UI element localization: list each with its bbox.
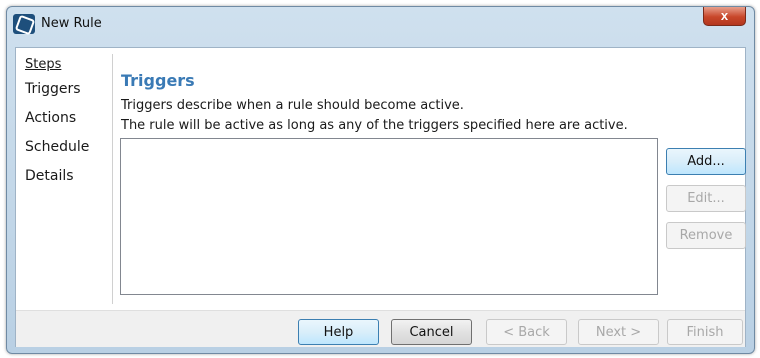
- back-button[interactable]: < Back: [486, 319, 567, 345]
- step-actions[interactable]: Actions: [25, 104, 115, 133]
- steps-header: Steps: [25, 57, 62, 72]
- dialog-body: Steps Triggers Actions Schedule Details …: [15, 47, 746, 347]
- window-title: New Rule: [41, 16, 102, 31]
- triggers-list[interactable]: [120, 138, 658, 295]
- edit-trigger-button[interactable]: Edit...: [666, 185, 746, 212]
- step-details[interactable]: Details: [25, 162, 115, 191]
- new-rule-dialog: New Rule x Steps Triggers Actions Schedu…: [6, 6, 755, 354]
- finish-button[interactable]: Finish: [667, 319, 743, 345]
- help-button[interactable]: Help: [298, 319, 379, 345]
- remove-trigger-button[interactable]: Remove: [666, 222, 746, 249]
- rule-app-icon: [13, 14, 35, 34]
- next-button[interactable]: Next >: [578, 319, 659, 345]
- description-line-1: Triggers describe when a rule should bec…: [121, 98, 464, 113]
- description-line-2: The rule will be active as long as any o…: [121, 118, 628, 133]
- step-schedule[interactable]: Schedule: [25, 133, 115, 162]
- steps-nav: Steps Triggers Actions Schedule Details: [25, 55, 115, 191]
- add-trigger-button[interactable]: Add...: [666, 148, 746, 175]
- close-button[interactable]: x: [703, 7, 746, 26]
- button-bar: Help Cancel < Back Next > Finish: [16, 310, 745, 347]
- step-triggers[interactable]: Triggers: [25, 75, 115, 104]
- page-heading: Triggers: [121, 71, 195, 90]
- title-bar[interactable]: New Rule x: [7, 7, 754, 41]
- cancel-button[interactable]: Cancel: [391, 319, 472, 345]
- steps-divider: [112, 54, 113, 304]
